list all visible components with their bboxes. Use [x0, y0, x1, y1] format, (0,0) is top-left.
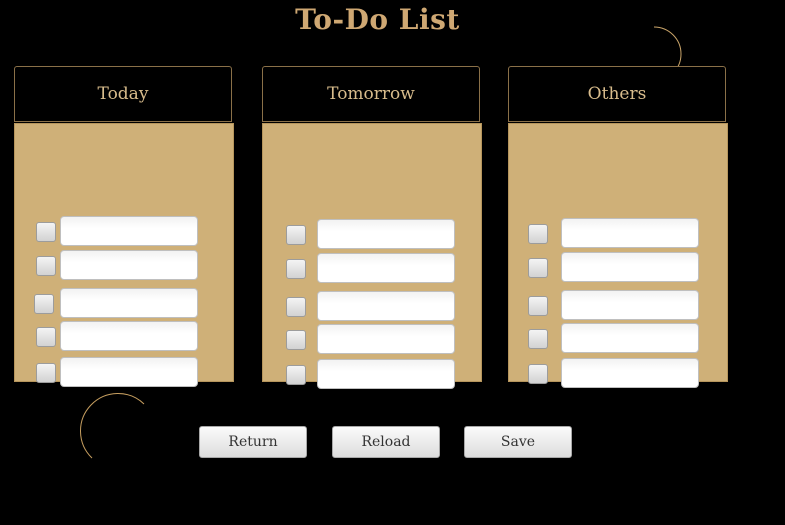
crescent-moon-icon [80, 393, 145, 459]
task-input[interactable] [60, 321, 198, 351]
task-checkbox[interactable] [36, 327, 56, 347]
task-input[interactable] [561, 218, 699, 248]
column-today: Today [14, 66, 234, 387]
column-body-others [508, 123, 728, 388]
task-input[interactable] [60, 357, 198, 387]
task-input[interactable] [60, 288, 198, 318]
task-input[interactable] [317, 219, 455, 249]
column-header-today: Today [14, 66, 232, 122]
task-input[interactable] [317, 253, 455, 283]
task-input[interactable] [561, 323, 699, 353]
task-checkbox[interactable] [528, 258, 548, 278]
task-checkbox[interactable] [36, 256, 56, 276]
task-checkbox[interactable] [286, 297, 306, 317]
task-checkbox[interactable] [286, 225, 306, 245]
column-body-today [14, 123, 234, 387]
task-input[interactable] [317, 291, 455, 321]
task-input[interactable] [561, 252, 699, 282]
task-checkbox[interactable] [286, 259, 306, 279]
save-button[interactable]: Save [464, 426, 572, 458]
task-input[interactable] [60, 250, 198, 280]
column-header-tomorrow: Tomorrow [262, 66, 480, 122]
task-input[interactable] [60, 216, 198, 246]
column-tomorrow: Tomorrow [262, 66, 482, 389]
task-checkbox[interactable] [528, 296, 548, 316]
task-checkbox[interactable] [34, 294, 54, 314]
task-input[interactable] [561, 290, 699, 320]
task-checkbox[interactable] [36, 363, 56, 383]
column-body-tomorrow [262, 123, 482, 389]
todo-page: To-Do List Today Tomorrow Others Return … [0, 0, 785, 525]
task-input[interactable] [317, 359, 455, 389]
task-checkbox[interactable] [286, 330, 306, 350]
task-checkbox[interactable] [528, 329, 548, 349]
reload-button[interactable]: Reload [332, 426, 440, 458]
task-checkbox[interactable] [528, 364, 548, 384]
page-title: To-Do List [295, 3, 460, 36]
task-checkbox[interactable] [286, 365, 306, 385]
task-input[interactable] [317, 324, 455, 354]
column-others: Others [508, 66, 728, 388]
task-input[interactable] [561, 358, 699, 388]
return-button[interactable]: Return [199, 426, 307, 458]
task-checkbox[interactable] [36, 222, 56, 242]
task-checkbox[interactable] [528, 224, 548, 244]
column-header-others: Others [508, 66, 726, 122]
